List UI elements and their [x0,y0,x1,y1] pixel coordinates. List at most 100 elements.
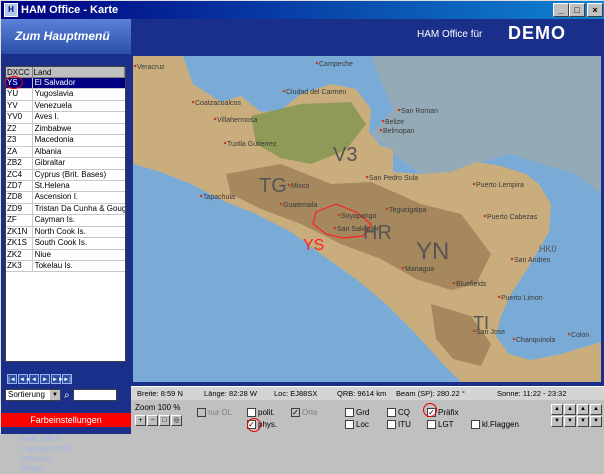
cell-land: Cyprus (Brit. Bases) [34,169,107,179]
city-label: Belmopan [383,128,415,135]
city-label: Chanquinola [516,337,555,344]
checkbox-polit[interactable]: polit. [247,408,275,417]
checkbox-box[interactable] [387,420,396,429]
maximize-button[interactable]: □ [569,3,585,17]
city-marker [452,281,456,285]
zoom-globe-icon[interactable]: ◎ [171,415,182,426]
cell-land: Aves I. [34,112,59,122]
pan-up-button-3[interactable]: ▲ [590,404,602,415]
pan-down-button-2[interactable]: ▼ [577,416,589,427]
cell-land: Macedonia [34,135,74,145]
column-header-land[interactable]: Land [33,67,125,77]
zoom-rect-icon[interactable]: □ [159,415,170,426]
prefix-label-ys: YS [303,237,324,254]
checkbox-lgt[interactable]: LGT [427,420,454,429]
close-button[interactable]: × [587,3,603,17]
checkbox-box[interactable] [345,420,354,429]
pan-up-button-2[interactable]: ▲ [577,404,589,415]
copyright-line: Copyright 2002 [21,444,72,453]
city-marker [199,194,203,198]
next-icon[interactable]: ► [40,374,50,384]
city-marker [133,64,137,68]
sort-select[interactable]: Sortierung ▼ [5,389,61,401]
table-row[interactable]: Z2 Zimbabwe [6,123,125,136]
pan-down-button-1[interactable]: ▼ [564,416,576,427]
city-label: Veracruz [137,64,165,71]
app-window: H HAM Office - Karte _ □ × Zum Hauptmenü… [0,0,604,473]
cell-dxcc: ZC4 [6,169,33,180]
table-row[interactable]: ZK2 Niue [6,249,125,261]
city-label: Puerto Cabezas [487,214,538,221]
table-row[interactable]: ZD9 Tristan Da Cunha & Goug [6,203,125,216]
color-settings-button[interactable]: Farbeinstellungen [1,413,131,427]
table-row[interactable]: ZB2 Gibraltar [6,158,125,170]
search-input[interactable] [72,389,117,401]
owner-prefix: HAM Office für [417,29,483,40]
table-row[interactable]: YV Venezuela [6,100,125,113]
city-label: Coatzacoalcos [195,100,241,107]
city-label: Soyapango [341,213,377,220]
distance-readout: QRB: 9614 km [337,389,387,398]
status-bar: Breite: 8:59 N Länge: 82:28 W Loc: EJ88S… [131,386,604,400]
checkbox-box[interactable] [387,408,396,417]
prefix-label-tg: TG [259,175,287,197]
checkbox-loc[interactable]: Loc [345,420,369,429]
longitude-readout: Länge: 82:28 W [204,389,257,398]
checkbox-cq[interactable]: CQ [387,408,410,417]
prev-page-icon[interactable]: ◄◄ [18,374,31,384]
table-row[interactable]: ZF Cayman Is. [6,215,125,227]
city-marker [381,119,385,123]
table-row[interactable]: ZK3 Tokelau Is. [6,261,125,273]
cell-dxcc: YV0 [6,112,33,123]
checkbox-label: Loc [356,420,369,429]
first-icon[interactable]: |◄ [7,374,17,384]
table-row[interactable]: ZC4 Cyprus (Brit. Bases) [6,169,125,181]
city-marker [512,337,516,341]
checkbox-box[interactable] [427,420,436,429]
pan-down-button-0[interactable]: ▼ [551,416,563,427]
prev-icon[interactable]: ◄ [29,374,39,384]
zoom-out-icon[interactable]: − [147,415,158,426]
cell-dxcc: YU [6,89,33,100]
checkbox-box[interactable] [471,420,480,429]
cell-land: North Cook Is. [34,226,86,236]
table-row[interactable]: ZA Albania [6,146,125,159]
checkbox-box: ✓ [291,408,300,417]
locator-readout: Loc: EJ88SX [274,389,318,398]
map-area[interactable]: Veracruz Campeche Ciudad del Carmen Coatzac… [131,54,604,386]
main-menu-button[interactable]: Zum Hauptmenü [1,19,131,54]
table-row[interactable]: YU Yugoslavia [6,89,125,101]
binoculars-icon[interactable]: ⌕ [64,390,70,401]
table-row[interactable]: ZD8 Ascension I. [6,192,125,204]
table-row[interactable]: ZD7 St.Helena [6,180,125,193]
city-marker [472,182,476,186]
pan-up-button-1[interactable]: ▲ [564,404,576,415]
zoom-in-icon[interactable]: + [135,415,146,426]
cell-dxcc: Z2 [6,123,33,135]
checkbox-box[interactable] [345,408,354,417]
city-label: Puerto Limon [501,295,543,302]
table-row[interactable]: ZK1S South Cook Is. [6,238,125,250]
pan-down-button-3[interactable]: ▼ [590,416,602,427]
table-row[interactable]: ZK1N North Cook Is. [6,226,125,239]
minimize-button[interactable]: _ [553,3,569,17]
left-panel: DXCC Land YS El Salvador YU Yugoslavia YV Ven… [1,54,131,473]
table-row[interactable]: YS El Salvador [6,78,125,90]
city-marker [333,226,337,230]
table-header: DXCC Land [6,67,125,78]
map-canvas[interactable]: Veracruz Campeche Ciudad del Carmen Coatzac… [131,54,604,386]
cell-land: South Cook Is. [34,238,88,248]
country-table[interactable]: DXCC Land YS El Salvador YU Yugoslavia YV Ven… [5,66,126,362]
prefix-highlight-ring [423,403,437,417]
pan-up-button-0[interactable]: ▲ [551,404,563,415]
table-row[interactable]: Z3 Macedonia [6,135,125,147]
table-row[interactable]: YV0 Aves I. [6,112,125,124]
last-icon[interactable]: ►| [62,374,72,384]
next-page-icon[interactable]: ►► [51,374,64,384]
checkbox-itu[interactable]: ITU [387,420,411,429]
checkbox-box[interactable] [247,408,256,417]
checkbox-kl-flaggen[interactable]: kl.Flaggen [471,420,519,429]
prefix-label-hk0: HK0 [539,244,557,254]
checkbox-grd[interactable]: Grd [345,408,369,417]
city-marker [497,295,501,299]
